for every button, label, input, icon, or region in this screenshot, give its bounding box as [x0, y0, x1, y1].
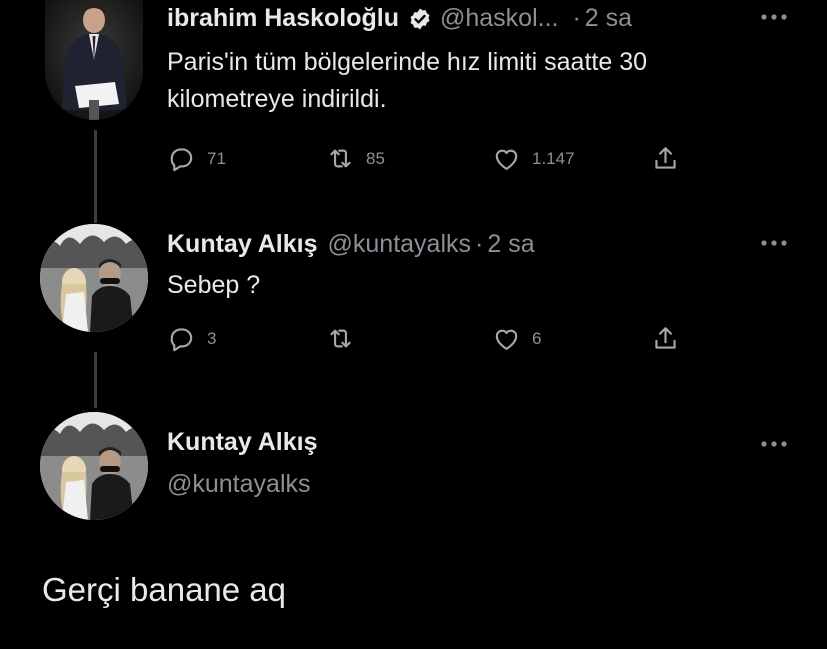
avatar[interactable]: [40, 224, 148, 332]
author-handle[interactable]: @kuntayalks: [328, 230, 472, 259]
like-icon: [495, 329, 518, 350]
tweet-text-line: Sebep ?: [167, 271, 261, 299]
separator-dot: ·: [475, 230, 484, 258]
author-handle[interactable]: @kuntayalks: [167, 470, 311, 499]
tweet-ibrahim[interactable]: ibrahim Haskoloğlu @haskol... · 2 sa Par…: [0, 0, 827, 210]
separator-dot: ·: [572, 4, 581, 32]
like-button[interactable]: 1.147: [492, 144, 575, 173]
retweet-icon: [330, 329, 351, 348]
retweet-button[interactable]: 85: [326, 144, 385, 173]
avatar-photo-couple: [40, 412, 148, 520]
reply-icon: [170, 328, 193, 352]
author-handle[interactable]: @haskol...: [440, 4, 558, 33]
avatar[interactable]: [45, 0, 143, 120]
tweet-text-line: Paris'in tüm bölgelerinde hız limiti saa…: [167, 48, 648, 76]
action-bar: 71 85 1.147: [167, 144, 697, 178]
share-icon: [655, 327, 676, 349]
more-icon[interactable]: [759, 437, 789, 451]
share-button[interactable]: [651, 144, 691, 173]
like-button[interactable]: 6: [492, 324, 541, 353]
main-tweet[interactable]: Kuntay Alkış @kuntayalks: [0, 408, 827, 649]
tweet-text: Paris'in tüm bölgelerinde hız limiti saa…: [167, 44, 647, 118]
main-tweet-text: Gerçi banane aq: [42, 571, 287, 608]
like-count: 6: [532, 328, 542, 348]
avatar-photo-speaker: [45, 0, 143, 120]
main-tweet-name: Kuntay Alkış: [167, 428, 318, 457]
action-bar: 3 6: [167, 324, 697, 358]
share-button[interactable]: [651, 324, 691, 353]
like-icon: [495, 149, 518, 170]
avatar-photo-couple: [40, 224, 148, 332]
tweet-header: ibrahim Haskoloğlu @haskol... · 2 sa: [167, 4, 632, 33]
retweet-button[interactable]: [326, 324, 366, 353]
tweet-text: Sebep ?: [167, 267, 260, 304]
reply-button[interactable]: 71: [167, 144, 226, 173]
tweet-text-line: kilometreye indirildi.: [167, 85, 387, 113]
retweet-count: 85: [366, 148, 385, 168]
reply-icon: [170, 148, 193, 172]
author-name[interactable]: Kuntay Alkış: [167, 428, 318, 457]
retweet-icon: [330, 149, 351, 168]
timestamp[interactable]: 2 sa: [487, 230, 534, 259]
reply-count: 71: [207, 148, 226, 168]
reply-button[interactable]: 3: [167, 324, 216, 353]
tweet-header: Kuntay Alkış @kuntayalks · 2 sa: [167, 230, 535, 259]
more-icon[interactable]: [759, 236, 789, 250]
main-tweet-handle: @kuntayalks: [167, 470, 311, 499]
avatar[interactable]: [40, 412, 148, 520]
verified-badge-icon: [410, 8, 430, 29]
like-count: 1.147: [532, 148, 575, 168]
reply-count: 3: [207, 328, 217, 348]
share-icon: [655, 147, 676, 169]
author-name[interactable]: ibrahim Haskoloğlu: [167, 4, 399, 33]
tweet-kuntay-reply[interactable]: Kuntay Alkış @kuntayalks · 2 sa Sebep ? …: [0, 222, 827, 372]
timestamp[interactable]: 2 sa: [585, 4, 632, 33]
more-icon[interactable]: [759, 10, 789, 24]
author-name[interactable]: Kuntay Alkış: [167, 230, 318, 259]
